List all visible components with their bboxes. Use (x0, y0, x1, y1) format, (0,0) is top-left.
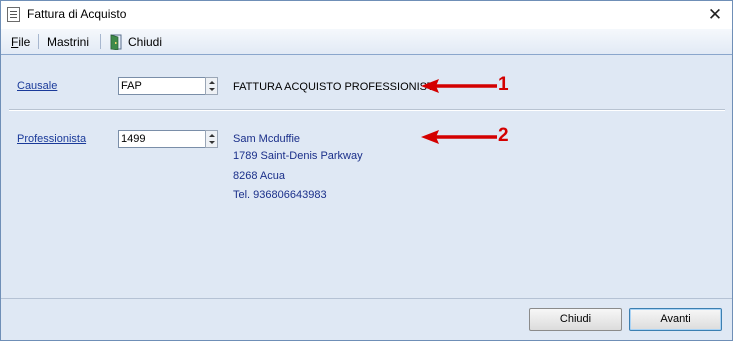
spin-up-icon[interactable] (209, 81, 215, 84)
professionista-address: 1789 Saint-Denis Parkway (233, 150, 363, 162)
menu-separator (38, 34, 39, 49)
annotation-number-2: 2 (498, 125, 509, 146)
dialog-window: Fattura di Acquisto ✕ File Mastrini Chiu… (0, 0, 733, 341)
professionista-spinner[interactable] (205, 130, 218, 148)
professionista-link[interactable]: Professionista (17, 133, 86, 145)
title-bar: Fattura di Acquisto ✕ (1, 1, 732, 29)
next-button[interactable]: Avanti (629, 308, 722, 331)
red-arrow-icon (421, 79, 497, 93)
professionista-name: Sam Mcduffie (233, 133, 301, 145)
causale-link[interactable]: Causale (17, 80, 57, 92)
menu-separator (100, 34, 101, 49)
spin-up-icon[interactable] (209, 134, 215, 137)
red-arrow-icon (421, 130, 497, 144)
causale-spinner[interactable] (205, 77, 218, 95)
causale-input[interactable]: FAP (118, 77, 206, 95)
annotation-number-1: 1 (498, 74, 509, 95)
causale-description: FATTURA ACQUISTO PROFESSIONISTI (233, 81, 437, 93)
form-area: Causale FAP FATTURA ACQUISTO PROFESSIONI… (1, 56, 732, 296)
section-divider (9, 109, 725, 111)
professionista-phone: Tel. 936806643983 (233, 189, 327, 201)
close-button[interactable]: Chiudi (529, 308, 622, 331)
footer-divider (1, 298, 732, 299)
menu-chiudi[interactable]: Chiudi (128, 35, 162, 49)
spin-down-icon[interactable] (209, 88, 215, 91)
menu-mastrini[interactable]: Mastrini (47, 35, 89, 49)
exit-door-icon[interactable] (110, 34, 124, 50)
menu-file[interactable]: File (11, 35, 30, 49)
document-icon (7, 7, 20, 22)
spin-down-icon[interactable] (209, 141, 215, 144)
professionista-city: 8268 Acua (233, 170, 285, 182)
professionista-input[interactable]: 1499 (118, 130, 206, 148)
window-title: Fattura di Acquisto (27, 7, 127, 21)
menu-file-label: ile (18, 35, 31, 49)
close-window-button[interactable]: ✕ (698, 1, 732, 29)
